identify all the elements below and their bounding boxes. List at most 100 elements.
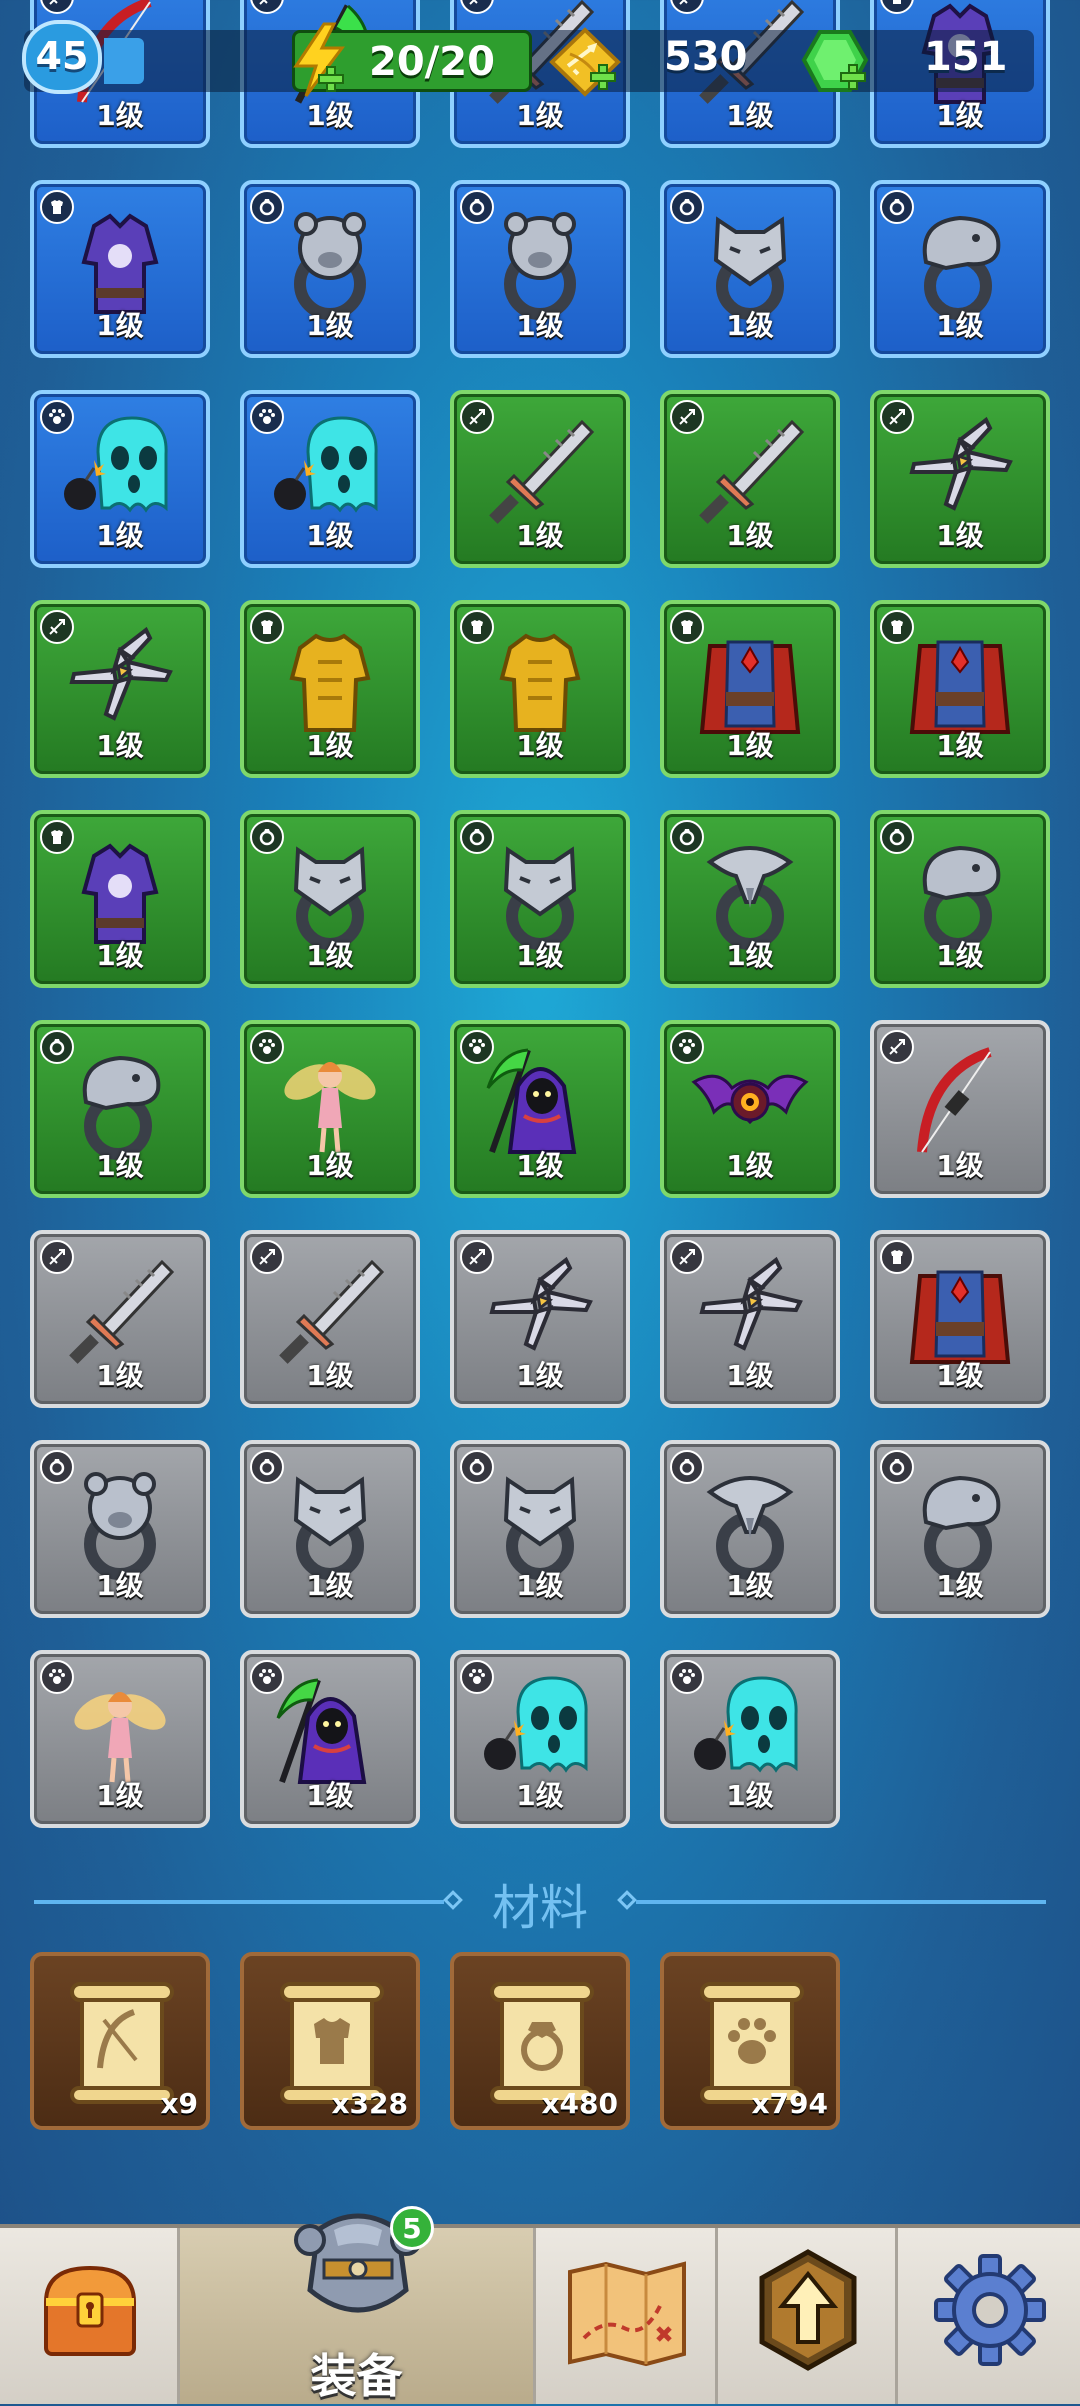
equipment-tile[interactable]: 1级 xyxy=(30,810,210,988)
equipment-tile[interactable]: 1级 xyxy=(240,180,420,358)
material-count: x328 xyxy=(331,2087,408,2120)
divider-right xyxy=(636,1900,1046,1904)
item-level: 1级 xyxy=(96,99,144,132)
item-level: 1级 xyxy=(306,729,354,762)
equipment-tile[interactable]: 1级 xyxy=(450,390,630,568)
equipment-tile[interactable]: 1级 xyxy=(450,180,630,358)
item-level: 1级 xyxy=(726,1359,774,1392)
item-level: 1级 xyxy=(936,1359,984,1392)
equipment-tile[interactable]: 1级 xyxy=(240,1650,420,1828)
item-level: 1级 xyxy=(96,729,144,762)
equipment-tile[interactable]: 1级 xyxy=(30,180,210,358)
equipment-tile[interactable]: 1级 xyxy=(240,600,420,778)
equipment-tile[interactable]: 1级 xyxy=(240,810,420,988)
item-level: 1级 xyxy=(306,1359,354,1392)
material-tile[interactable]: x480 xyxy=(450,1952,630,2130)
equipment-tile[interactable]: 1级 xyxy=(30,1020,210,1198)
coin-count: 530 xyxy=(664,34,748,80)
add-coin-icon[interactable] xyxy=(590,64,616,90)
nav-settings-button[interactable] xyxy=(898,2228,1080,2404)
item-level: 1级 xyxy=(936,939,984,972)
nav-upgrade-button[interactable] xyxy=(718,2228,898,2404)
equipment-tile[interactable]: 1级 xyxy=(30,1230,210,1408)
item-level: 1级 xyxy=(306,519,354,552)
add-gem-icon[interactable] xyxy=(840,64,866,90)
equipment-tile[interactable]: 1级 xyxy=(240,390,420,568)
equipment-tile[interactable]: 1级 xyxy=(870,1020,1050,1198)
equipment-tile[interactable]: 1级 xyxy=(240,1230,420,1408)
material-tile[interactable]: x794 xyxy=(660,1952,840,2130)
equipment-tile[interactable]: 1级 xyxy=(660,180,840,358)
equipment-tile[interactable]: 1级 xyxy=(870,180,1050,358)
item-level: 1级 xyxy=(936,1569,984,1602)
item-level: 1级 xyxy=(726,1149,774,1182)
treasure-chest-icon xyxy=(43,2265,137,2356)
equipment-tile[interactable]: 1级 xyxy=(450,600,630,778)
item-level: 1级 xyxy=(516,1149,564,1182)
material-count: x9 xyxy=(160,2087,198,2120)
equipment-tile[interactable]: 1级 xyxy=(660,1230,840,1408)
material-tile[interactable]: x328 xyxy=(240,1952,420,2130)
equipment-tile[interactable]: 1级 xyxy=(660,1650,840,1828)
item-level: 1级 xyxy=(936,309,984,342)
item-level: 1级 xyxy=(726,939,774,972)
equipment-tile[interactable]: 1级 xyxy=(450,810,630,988)
top-hud: 45 20/20 530 151 xyxy=(0,0,1080,97)
gem-count: 151 xyxy=(924,34,1008,80)
nav-shop-button[interactable] xyxy=(0,2228,180,2404)
nav-equipment-label: 装备 xyxy=(310,2349,403,2403)
equipment-tile[interactable]: 1级 xyxy=(870,390,1050,568)
item-level: 1级 xyxy=(306,939,354,972)
equipment-tile[interactable]: 1级 xyxy=(450,1020,630,1198)
equipment-tile[interactable]: 1级 xyxy=(30,390,210,568)
equipment-tile[interactable]: 1级 xyxy=(450,1230,630,1408)
material-count: x794 xyxy=(751,2087,828,2120)
nav-equipment-button[interactable]: 5 装备 xyxy=(180,2206,536,2404)
equipment-tile[interactable]: 1级 xyxy=(870,600,1050,778)
material-tile[interactable]: x9 xyxy=(30,1952,210,2130)
item-level: 1级 xyxy=(726,99,774,132)
item-level: 1级 xyxy=(936,99,984,132)
item-level: 1级 xyxy=(936,729,984,762)
item-level: 1级 xyxy=(516,519,564,552)
equipment-tile[interactable]: 1级 xyxy=(660,1020,840,1198)
equipment-tile[interactable]: 1级 xyxy=(450,1650,630,1828)
item-level: 1级 xyxy=(306,1569,354,1602)
equipment-tile[interactable]: 1级 xyxy=(660,390,840,568)
item-level: 1级 xyxy=(306,99,354,132)
item-level: 1级 xyxy=(936,519,984,552)
item-level: 1级 xyxy=(726,309,774,342)
item-level: 1级 xyxy=(516,309,564,342)
item-level: 1级 xyxy=(306,1149,354,1182)
item-level: 1级 xyxy=(306,1779,354,1812)
item-level: 1级 xyxy=(516,1779,564,1812)
equipment-tile[interactable]: 1级 xyxy=(660,810,840,988)
equipment-tile[interactable]: 1级 xyxy=(870,810,1050,988)
equipment-tile[interactable]: 1级 xyxy=(660,1440,840,1618)
nav-map-button[interactable] xyxy=(536,2228,718,2404)
equipment-tile[interactable]: 1级 xyxy=(30,1650,210,1828)
equipment-tile[interactable]: 1级 xyxy=(30,600,210,778)
item-level: 1级 xyxy=(516,1359,564,1392)
energy-value: 20/20 xyxy=(369,39,495,85)
item-level: 1级 xyxy=(516,99,564,132)
equipment-tile[interactable]: 1级 xyxy=(870,1230,1050,1408)
item-level: 1级 xyxy=(96,519,144,552)
item-level: 1级 xyxy=(96,1779,144,1812)
equipment-tile[interactable]: 1级 xyxy=(450,1440,630,1618)
item-level: 1级 xyxy=(96,939,144,972)
item-level: 1级 xyxy=(516,1569,564,1602)
equipment-tile[interactable]: 1级 xyxy=(240,1020,420,1198)
player-level-badge[interactable]: 45 xyxy=(22,20,102,94)
xp-bar xyxy=(104,38,144,84)
equipment-tile[interactable]: 1级 xyxy=(30,1440,210,1618)
item-level: 1级 xyxy=(96,1569,144,1602)
item-level: 1级 xyxy=(726,519,774,552)
item-level: 1级 xyxy=(516,939,564,972)
item-level: 1级 xyxy=(96,1149,144,1182)
equipment-tile[interactable]: 1级 xyxy=(660,600,840,778)
add-energy-icon[interactable] xyxy=(318,66,344,92)
item-level: 1级 xyxy=(96,309,144,342)
equipment-tile[interactable]: 1级 xyxy=(870,1440,1050,1618)
equipment-tile[interactable]: 1级 xyxy=(240,1440,420,1618)
